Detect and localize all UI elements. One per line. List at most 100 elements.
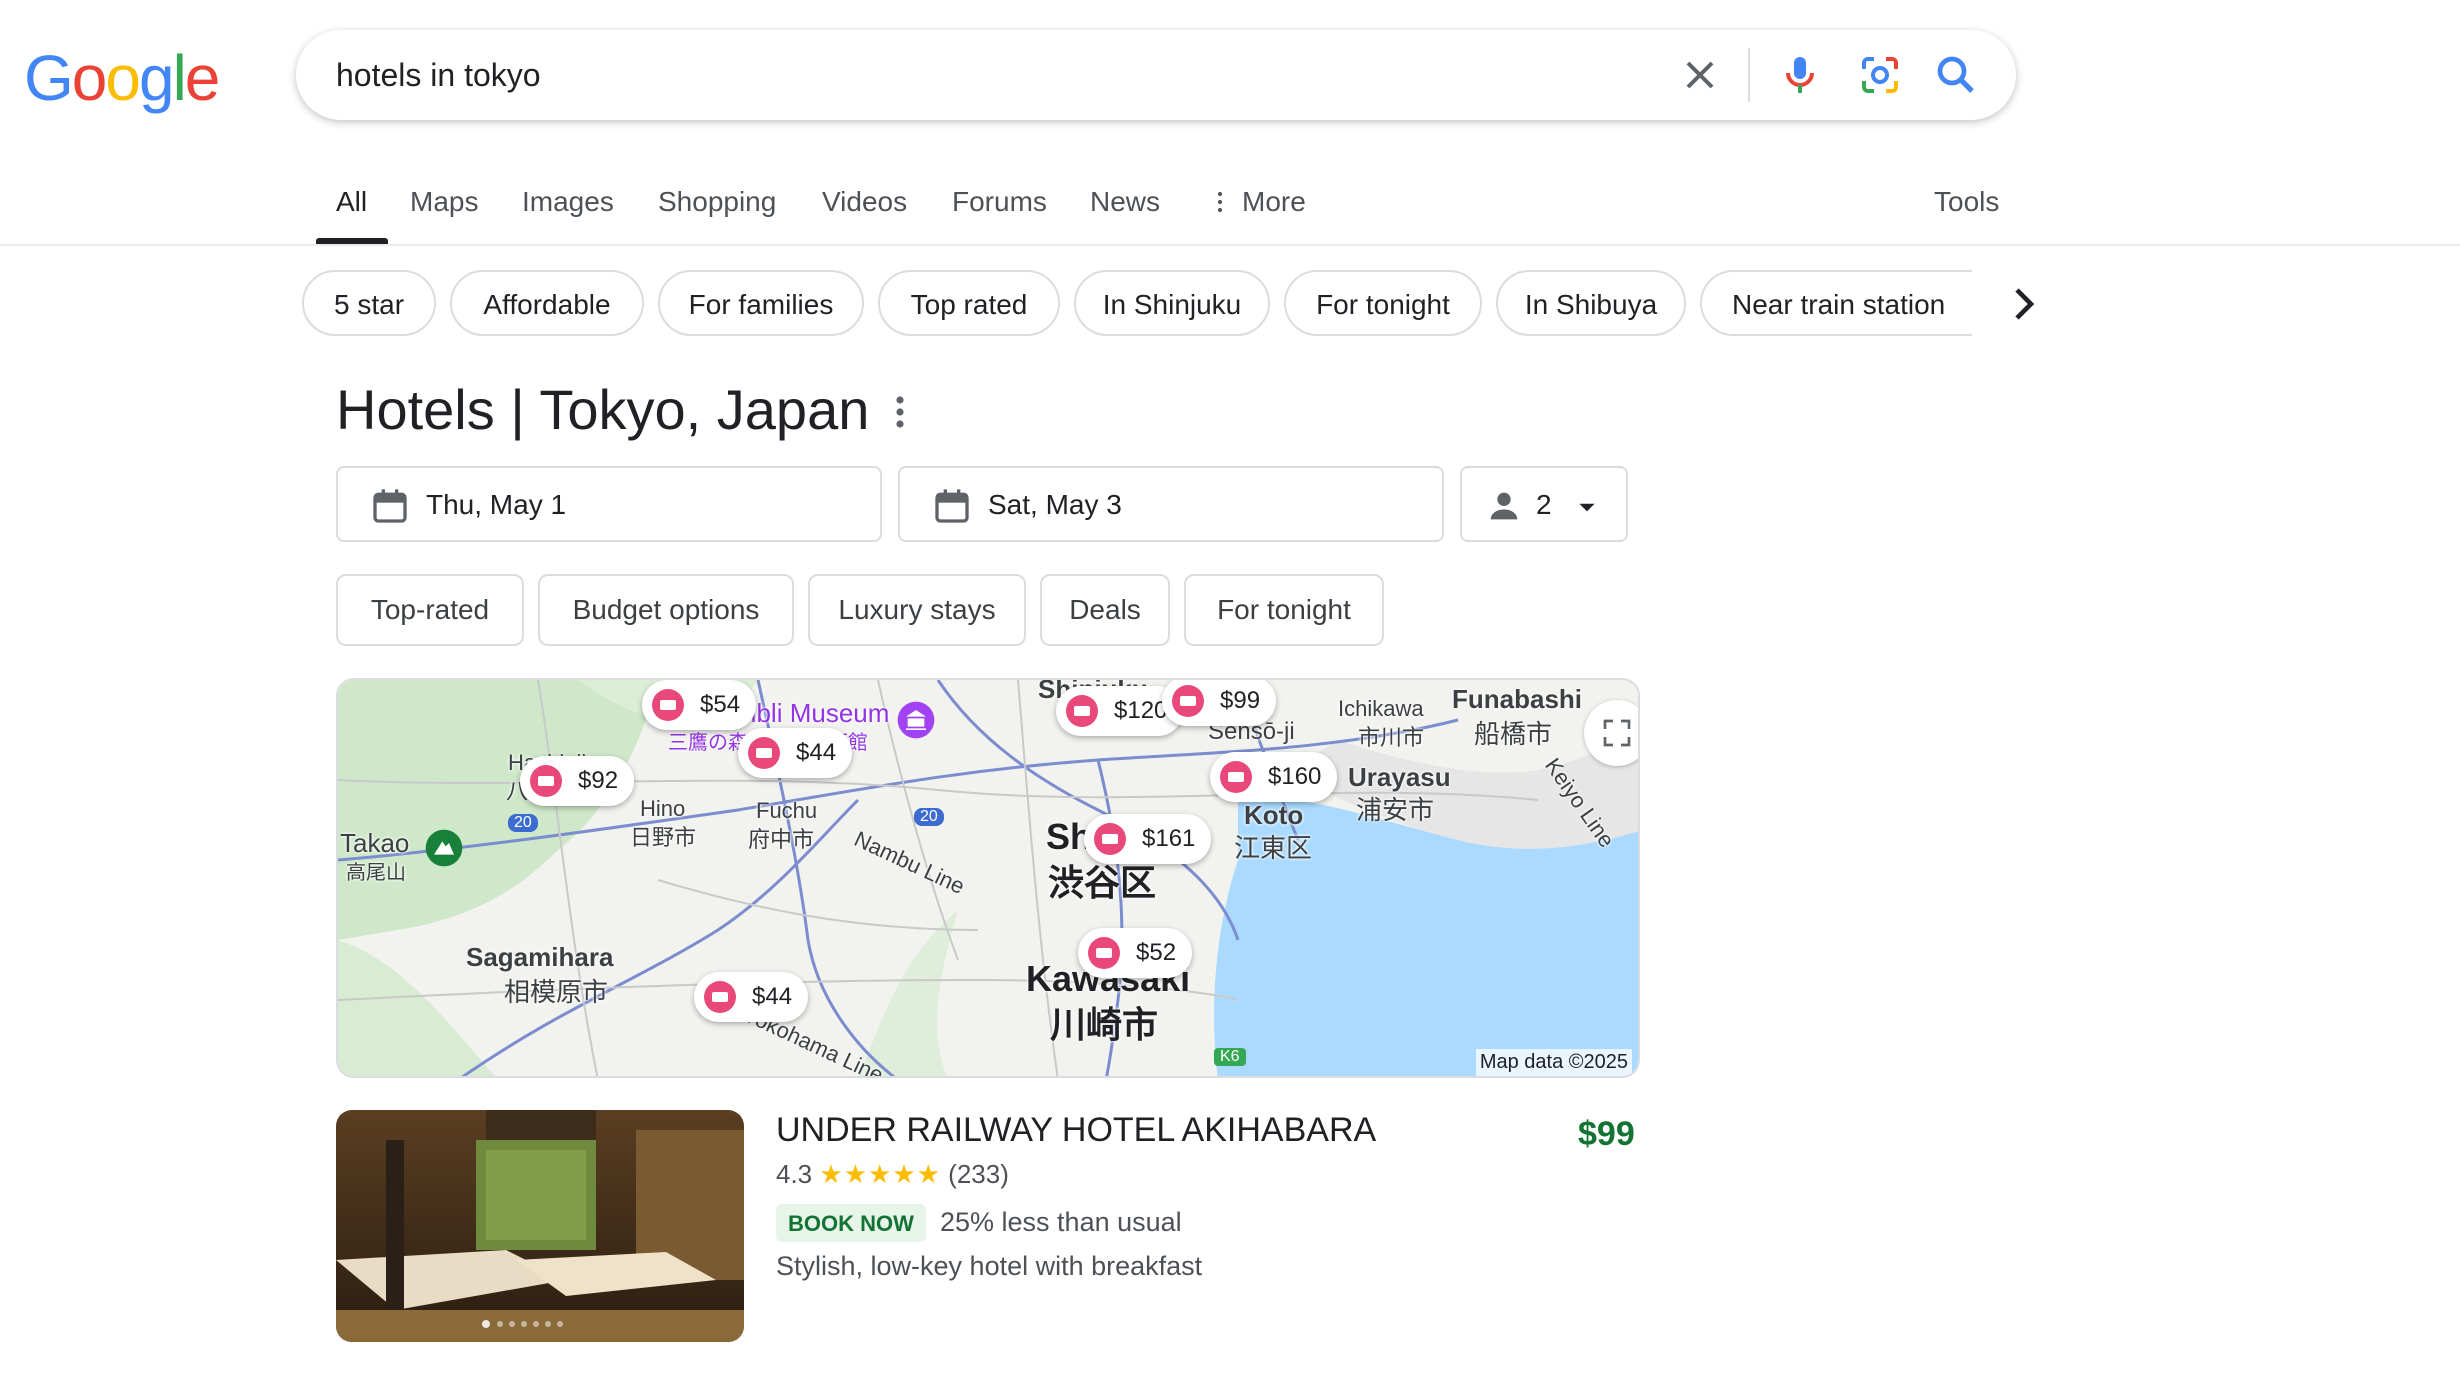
chip-in-shibuya[interactable]: In Shibuya [1496,270,1686,336]
map-pin[interactable]: $161 [1084,814,1212,864]
logo-letter: G [24,42,74,114]
pin-price: $92 [578,767,619,794]
hotel-icon [1066,695,1098,727]
map-pin[interactable]: $54 [642,680,757,730]
pin-price: $99 [1220,687,1261,714]
hotel-icon [652,689,684,721]
search-input[interactable]: hotels in tokyo [336,54,541,96]
hotels-heading: Hotels | Tokyo, Japan [336,378,870,441]
map-pin[interactable]: $44 [694,972,809,1022]
map-label-koto-jp: 江東区 [1234,833,1313,863]
google-logo[interactable]: Google [24,36,221,120]
route-k6-shield: K6 [1214,1048,1246,1066]
hotel-rating: 4.3 ★★★★★ (233) [776,1156,1009,1192]
hotel-icon [748,737,780,769]
search-box[interactable]: hotels in tokyo [296,30,2016,120]
lens-icon[interactable] [1856,51,1904,99]
search-icon[interactable] [1932,51,1980,99]
map-pin[interactable]: $44 [738,728,853,778]
route-20-shield: 20 [508,814,538,832]
route-20-shield: 20 [914,808,944,826]
filter-budget-options[interactable]: Budget options [538,574,794,646]
tab-maps[interactable]: Maps [410,178,478,226]
book-now-badge: BOOK NOW [776,1204,926,1242]
guests-selector[interactable]: 2 [1460,466,1628,542]
rating-value: 4.3 [776,1159,813,1189]
map-pin[interactable]: $52 [1078,928,1193,978]
hotel-photo[interactable] [336,1110,744,1342]
chip-top-rated[interactable]: Top rated [878,270,1060,336]
chip-near-train-station[interactable]: Near train station [1700,270,1972,336]
logo-letter: l [172,42,187,114]
tab-all[interactable]: All [336,178,367,226]
tab-images[interactable]: Images [522,178,614,226]
mountain-icon [425,829,463,867]
logo-letter: o [71,42,108,114]
hotel-price: $99 [1578,1115,1635,1153]
map-label-urayasu-jp: 浦安市 [1356,795,1435,825]
filter-deals[interactable]: Deals [1040,574,1170,646]
fullscreen-icon [1603,719,1631,747]
pin-price: $160 [1268,763,1322,790]
pin-price: $44 [752,983,793,1010]
pin-price: $161 [1142,825,1196,852]
voice-search-icon[interactable] [1776,51,1824,99]
map-label-sagamihara-jp: 相模原市 [504,977,609,1007]
check-in-label: Thu, May 1 [426,489,567,520]
hotel-icon [1094,823,1126,855]
map-pin[interactable]: $92 [520,756,635,806]
tab-forums[interactable]: Forums [952,178,1047,226]
tab-videos[interactable]: Videos [822,178,907,226]
tabs-divider [0,244,2460,246]
map-label-sagamihara: Sagamihara [466,942,614,972]
chip-in-shinjuku[interactable]: In Shinjuku [1074,270,1270,336]
map-attribution: Map data ©2025 [1475,1049,1632,1076]
chip-for-families[interactable]: For families [658,270,864,336]
chip-5-star[interactable]: 5 star [302,270,436,336]
review-count: (233) [948,1159,1009,1189]
tab-more-label: More [1242,186,1306,217]
chip-for-tonight[interactable]: For tonight [1284,270,1482,336]
more-options-icon[interactable] [888,394,912,430]
guests-count: 2 [1536,489,1552,520]
map-label-fuchu: Fuchu [756,798,818,823]
clear-icon[interactable] [1676,51,1724,99]
map-pin[interactable]: $99 [1162,680,1277,726]
chevron-right-icon[interactable] [1996,276,2052,332]
map-label-ichikawa: Ichikawa [1338,696,1424,721]
map-label-kawasaki-jp: 川崎市 [1050,1004,1159,1045]
map-label-fuchu-jp: 府中市 [748,827,815,852]
filter-for-tonight[interactable]: For tonight [1184,574,1384,646]
map-label-koto: Koto [1244,800,1304,830]
tab-news[interactable]: News [1090,178,1160,226]
check-out-date[interactable]: Sat, May 3 [898,466,1444,542]
calendar-icon [373,489,407,523]
hotels-map[interactable]: Ghibli Museum 三鷹の森ジブリ美術館 Hachioji 八王子市 H… [336,678,1640,1078]
calendar-icon [935,489,969,523]
hotel-description: Stylish, low-key hotel with breakfast [776,1251,1203,1281]
chip-affordable[interactable]: Affordable [450,270,644,336]
map-label-ichikawa-jp: 市川市 [1358,725,1425,750]
museum-icon [897,701,935,739]
hotel-photo-image [336,1110,744,1342]
filter-luxury-stays[interactable]: Luxury stays [808,574,1026,646]
hotel-icon [1088,937,1120,969]
logo-letter: g [138,42,175,114]
map-label-funabashi-jp: 船橋市 [1474,719,1553,749]
map-pin[interactable]: $160 [1210,752,1338,802]
tools-button[interactable]: Tools [1934,178,1999,226]
logo-letter: o [105,42,141,114]
map-base [338,680,1638,1076]
person-icon [1490,492,1518,520]
star-rating-icon: ★★★★★ [819,1159,941,1189]
hotel-icon [704,981,736,1013]
tab-shopping[interactable]: Shopping [658,178,776,226]
check-in-date[interactable]: Thu, May 1 [336,466,882,542]
filter-top-rated[interactable]: Top-rated [336,574,524,646]
search-divider [1748,48,1750,102]
hotel-name[interactable]: UNDER RAILWAY HOTEL AKIHABARA [776,1108,1376,1152]
pin-price: $54 [700,691,741,718]
pin-price: $52 [1136,939,1177,966]
logo-letter: e [184,42,221,114]
hotel-icon [1220,761,1252,793]
